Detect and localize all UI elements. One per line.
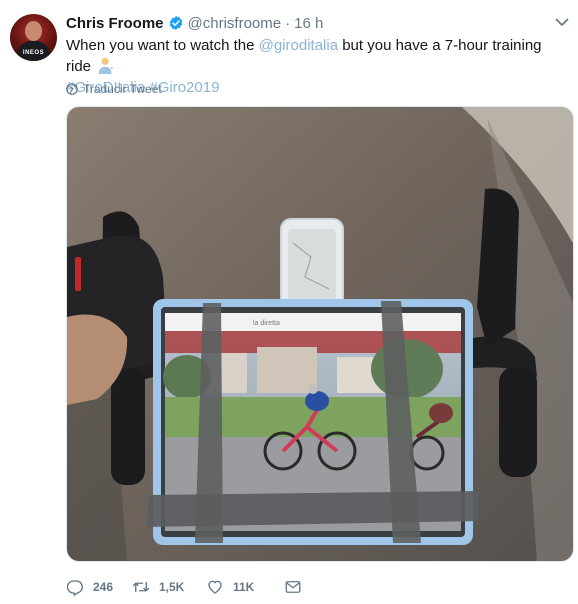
tweet-timestamp[interactable]: 16 h bbox=[294, 15, 323, 32]
heart-icon bbox=[208, 580, 222, 594]
author-handle[interactable]: @chrisfroome bbox=[188, 15, 282, 32]
retweet-button[interactable]: 1,5K bbox=[132, 578, 206, 596]
like-button[interactable]: 11K bbox=[206, 578, 284, 596]
like-count: 11K bbox=[233, 580, 255, 594]
globe-icon bbox=[66, 83, 78, 95]
avatar-face bbox=[25, 21, 42, 41]
tweet-header: Chris Froome @chrisfroome · 16 h bbox=[66, 13, 323, 33]
avatar-team-text: INEOS bbox=[22, 50, 45, 56]
reply-count: 246 bbox=[93, 580, 114, 594]
retweet-icon bbox=[132, 581, 150, 593]
person-tipping-hand-icon bbox=[98, 57, 114, 74]
translate-tweet-label: Traducir Tweet bbox=[83, 82, 162, 96]
tablet-screen-caption: la diretta bbox=[253, 320, 280, 327]
tweet-photo[interactable]: la diretta bbox=[66, 106, 574, 562]
tweet-actions: 246 1,5K 11K bbox=[66, 578, 311, 596]
avatar[interactable]: INEOS bbox=[10, 14, 57, 61]
chevron-down-icon[interactable] bbox=[554, 14, 570, 30]
author-name[interactable]: Chris Froome bbox=[66, 15, 164, 32]
mention-link[interactable]: @giroditalia bbox=[259, 37, 338, 54]
envelope-icon bbox=[285, 581, 301, 593]
photo-cyclist-watching-tablet: la diretta bbox=[67, 107, 573, 561]
reply-button[interactable]: 246 bbox=[66, 578, 132, 596]
tweet[interactable]: INEOS Chris Froome @chrisfroome · 16 h W… bbox=[0, 0, 578, 604]
reply-icon bbox=[66, 580, 83, 596]
verified-badge-icon bbox=[169, 16, 182, 30]
translate-tweet-link[interactable]: Traducir Tweet bbox=[66, 81, 162, 97]
tweet-text-part-1: When you want to watch the bbox=[66, 37, 259, 54]
retweet-count: 1,5K bbox=[159, 580, 185, 594]
header-separator: · bbox=[285, 14, 291, 32]
direct-message-button[interactable] bbox=[284, 578, 311, 596]
